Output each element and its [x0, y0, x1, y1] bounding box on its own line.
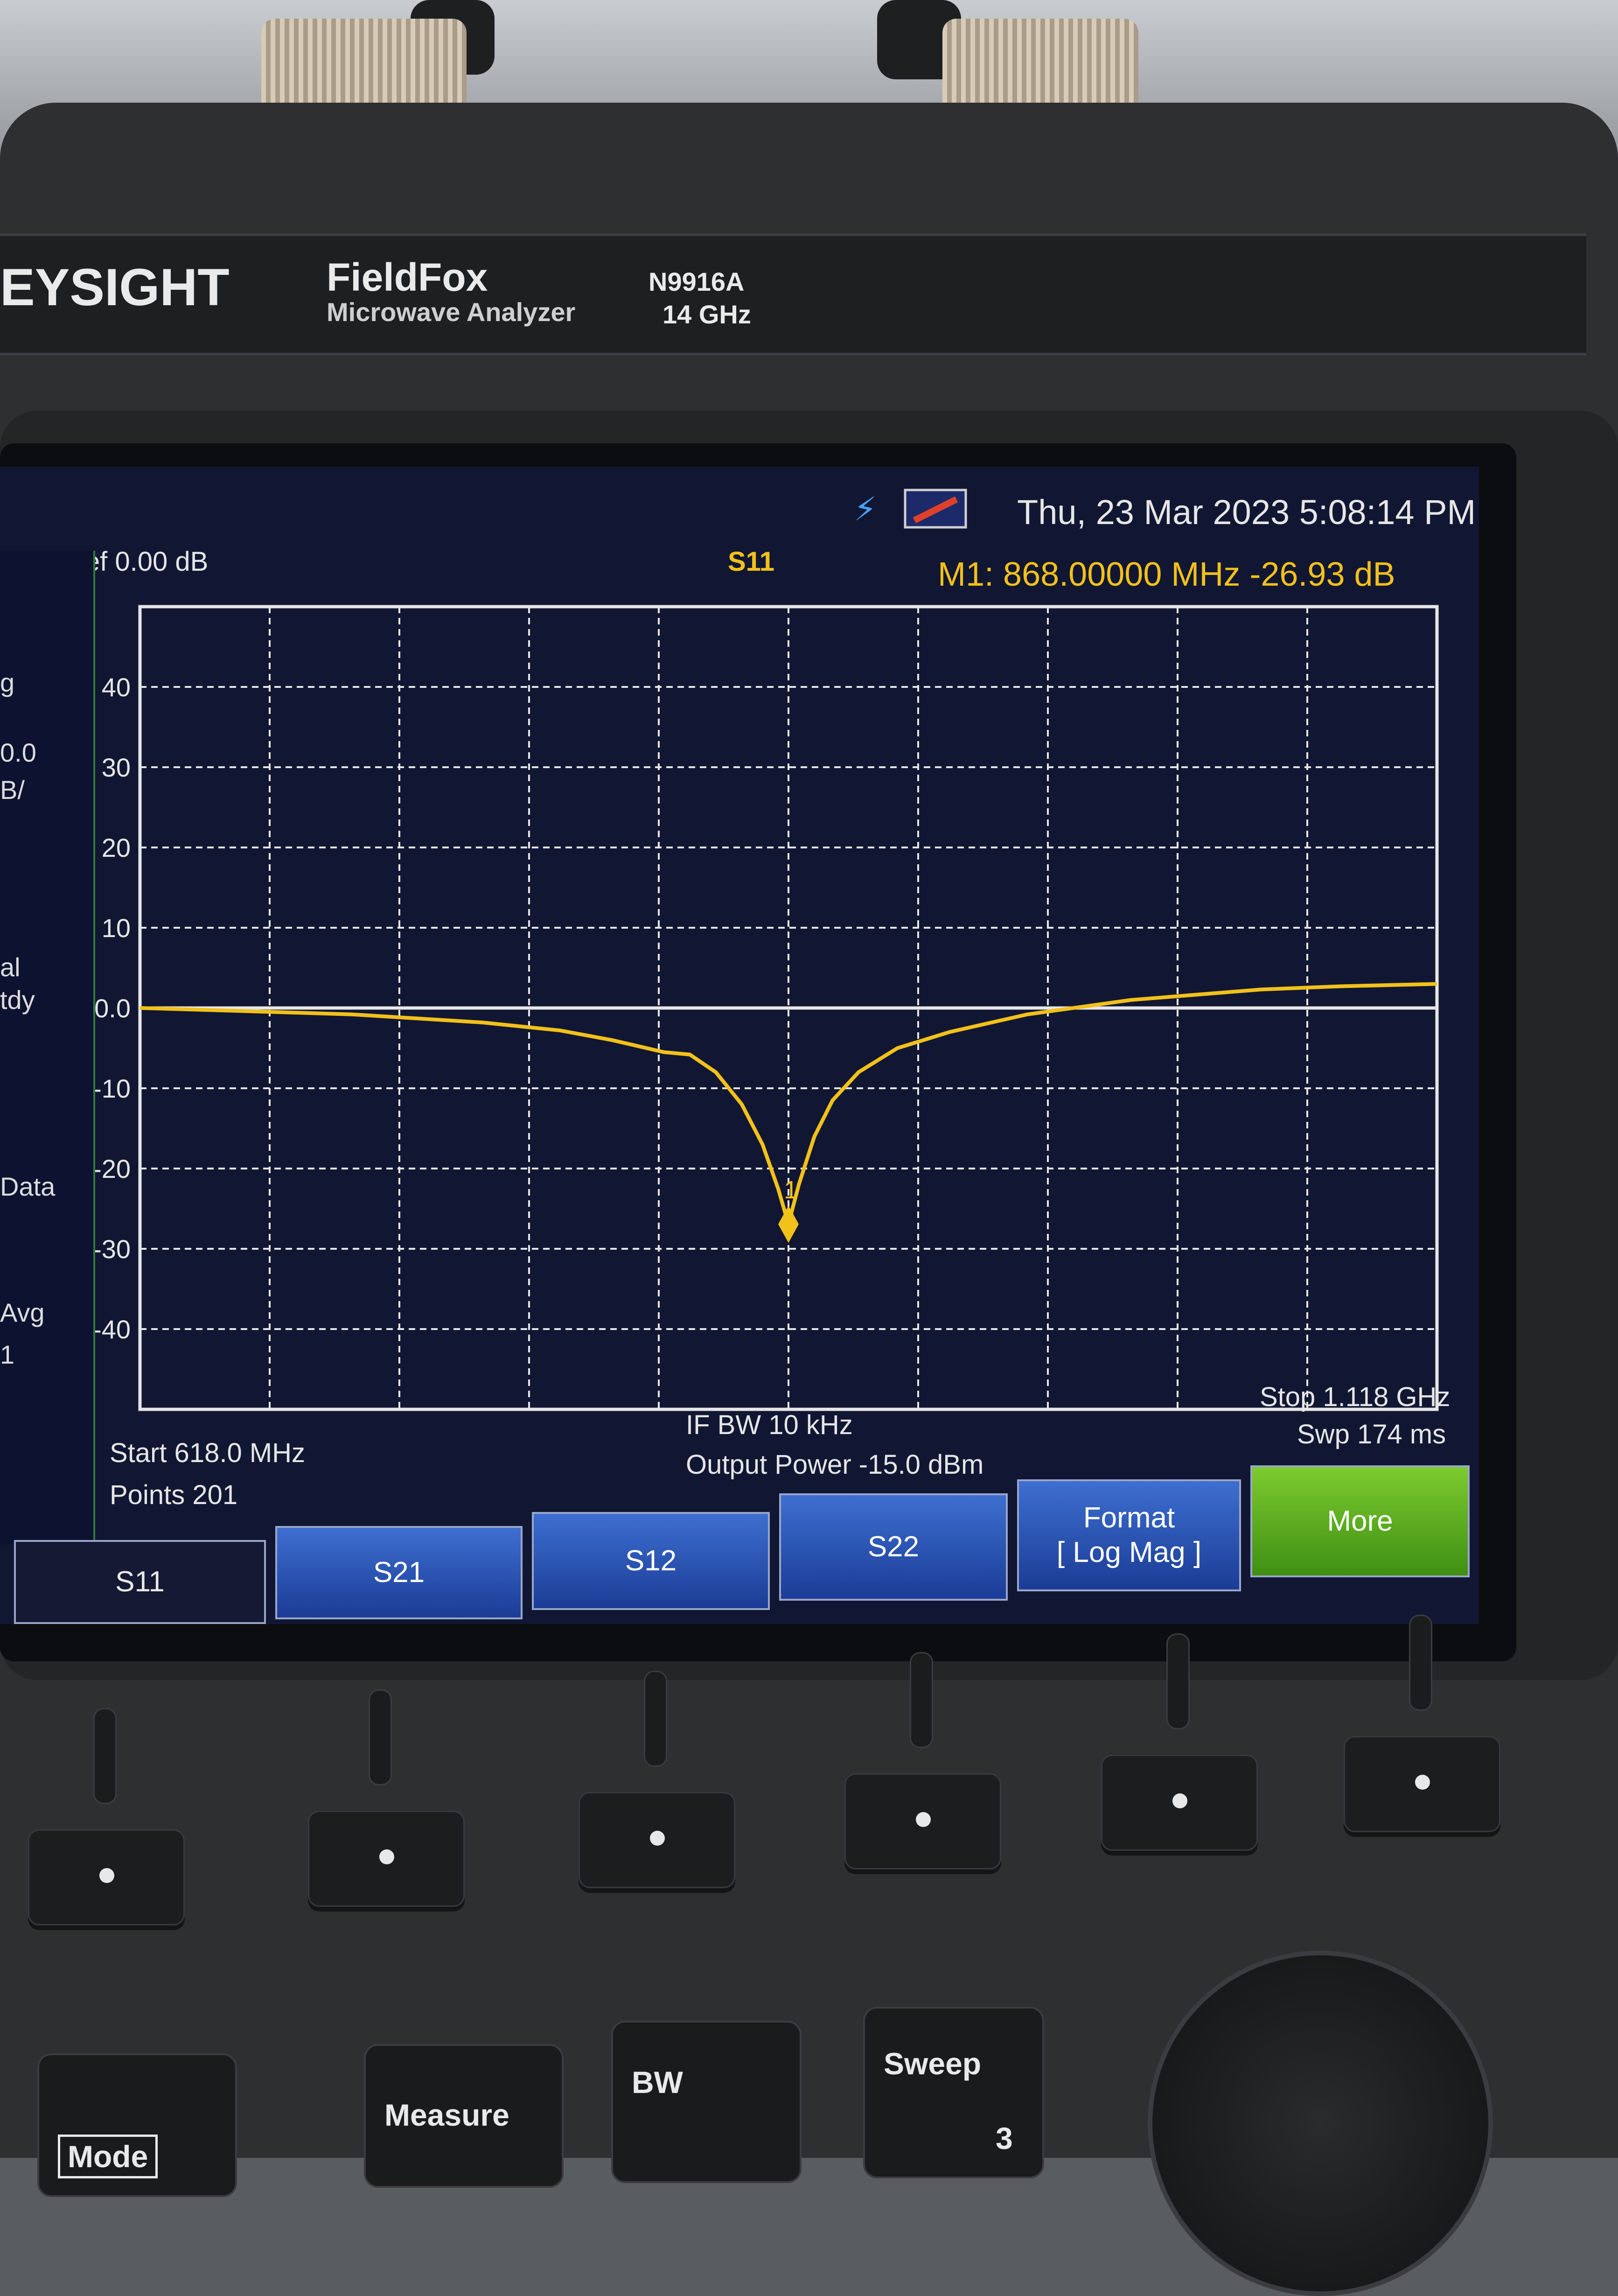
hardware-softkey-2[interactable] — [308, 1811, 465, 1907]
y-tick-label: -40 — [93, 1315, 131, 1344]
marker-diamond[interactable] — [778, 1205, 799, 1243]
plot-grid — [138, 605, 1439, 1411]
sweep-key-label: Sweep — [884, 2046, 982, 2081]
softkey-sublabel: [ Log Mag ] — [1056, 1536, 1202, 1568]
y-tick-label: 0.0 — [94, 994, 131, 1023]
output-power: Output Power -15.0 dBm — [686, 1449, 984, 1480]
left-panel-text: B/ — [0, 775, 25, 805]
softkey-dot-icon — [379, 1849, 394, 1864]
stop-frequency: Stop 1.118 GHz — [1260, 1382, 1451, 1412]
active-trace-label: S11 — [728, 546, 774, 577]
softkey-label: More — [1327, 1505, 1393, 1537]
y-tick-label: -20 — [93, 1154, 131, 1183]
sweep-points: Points 201 — [110, 1480, 238, 1510]
bw-key[interactable]: BW — [611, 2021, 802, 2183]
softkey-s22[interactable]: S22 — [779, 1493, 1008, 1601]
left-panel-text: tdy — [0, 985, 35, 1015]
brand-band: EYSIGHT FieldFox Microwave Analyzer N991… — [0, 233, 1586, 356]
softkey-stem — [1166, 1633, 1190, 1729]
softkey-format[interactable]: Format [ Log Mag ] — [1017, 1479, 1241, 1591]
y-tick-label: 20 — [102, 833, 131, 862]
sweep-time: Swp 174 ms — [1297, 1419, 1446, 1449]
softkey-stem — [644, 1671, 667, 1767]
softkey-s12[interactable]: S12 — [532, 1512, 770, 1610]
softkey-stem — [369, 1689, 392, 1785]
softkey-dot-icon — [1172, 1793, 1187, 1808]
mode-key[interactable]: Mode — [37, 2053, 237, 2197]
connectivity-icon: ⚡ — [854, 490, 877, 528]
softkey-label: Format — [1083, 1501, 1175, 1534]
model-frequency: 14 GHz — [663, 300, 751, 329]
y-tick-label: 40 — [102, 672, 131, 702]
display-screen: ⚡ 40 30 20 10 0.0 -10 -20 -30 -40 1 Thu, 23 Mar … — [0, 467, 1479, 1624]
hardware-softkey-4[interactable] — [844, 1773, 1001, 1869]
left-panel-text: 1 — [0, 1340, 15, 1369]
if-bandwidth: IF BW 10 kHz — [686, 1410, 853, 1440]
softkey-dot-icon — [1415, 1775, 1430, 1790]
softkey-label: S21 — [373, 1556, 425, 1589]
softkey-label: S11 — [115, 1565, 165, 1598]
softkey-stem — [910, 1652, 933, 1748]
measure-key[interactable]: Measure — [364, 2044, 564, 2188]
softkey-dot-icon — [916, 1812, 931, 1827]
product-subtitle: Microwave Analyzer — [327, 297, 576, 327]
product-name: FieldFox — [327, 255, 488, 299]
start-frequency: Start 618.0 MHz — [110, 1438, 306, 1468]
model-number: N9916A — [649, 267, 745, 296]
softkey-label: S12 — [625, 1544, 677, 1577]
status-datetime: Thu, 23 Mar 2023 5:08:14 PM — [1017, 493, 1476, 532]
y-tick-label: -30 — [93, 1234, 131, 1264]
marker-readout: M1: 868.00000 MHz -26.93 dB — [938, 556, 1395, 593]
hardware-softkey-3[interactable] — [579, 1792, 735, 1888]
left-panel-text: Avg — [0, 1298, 45, 1327]
left-panel-text: al — [0, 952, 21, 982]
y-tick-label: -10 — [93, 1074, 131, 1103]
hardware-softkey-6[interactable] — [1344, 1736, 1500, 1832]
left-panel-text: 0.0 — [0, 738, 36, 767]
left-panel-text: g — [0, 668, 15, 697]
sweep-key[interactable]: Sweep 3 — [863, 2007, 1044, 2178]
numeric-key-label: 3 — [996, 2121, 1013, 2156]
left-panel-text: Data — [0, 1172, 56, 1201]
bw-key-label: BW — [632, 2065, 683, 2100]
mode-key-label: Mode — [58, 2135, 158, 2178]
hardware-softkey-5[interactable] — [1101, 1755, 1258, 1851]
y-tick-label: 30 — [102, 753, 131, 782]
y-tick-label: 10 — [102, 913, 131, 943]
rotary-knob[interactable] — [1148, 1951, 1493, 2296]
measure-key-label: Measure — [384, 2098, 509, 2132]
left-info-panel: g 0.0 B/ al tdy Data Avg 1 — [0, 551, 95, 1545]
softkey-s21[interactable]: S21 — [275, 1526, 523, 1619]
softkey-label: S22 — [867, 1530, 920, 1563]
y-axis-labels: 40 30 20 10 0.0 -10 -20 -30 -40 — [93, 672, 131, 1344]
softkey-stem — [93, 1708, 117, 1804]
softkey-s11[interactable]: S11 — [14, 1540, 266, 1624]
softkey-dot-icon — [99, 1868, 114, 1883]
brand-logo: EYSIGHT — [0, 258, 230, 316]
hardware-softkey-1[interactable] — [28, 1829, 185, 1925]
softkey-dot-icon — [650, 1831, 665, 1846]
marker-label: 1 — [784, 1176, 798, 1204]
softkey-more[interactable]: More — [1250, 1465, 1470, 1577]
softkey-stem — [1409, 1615, 1432, 1711]
